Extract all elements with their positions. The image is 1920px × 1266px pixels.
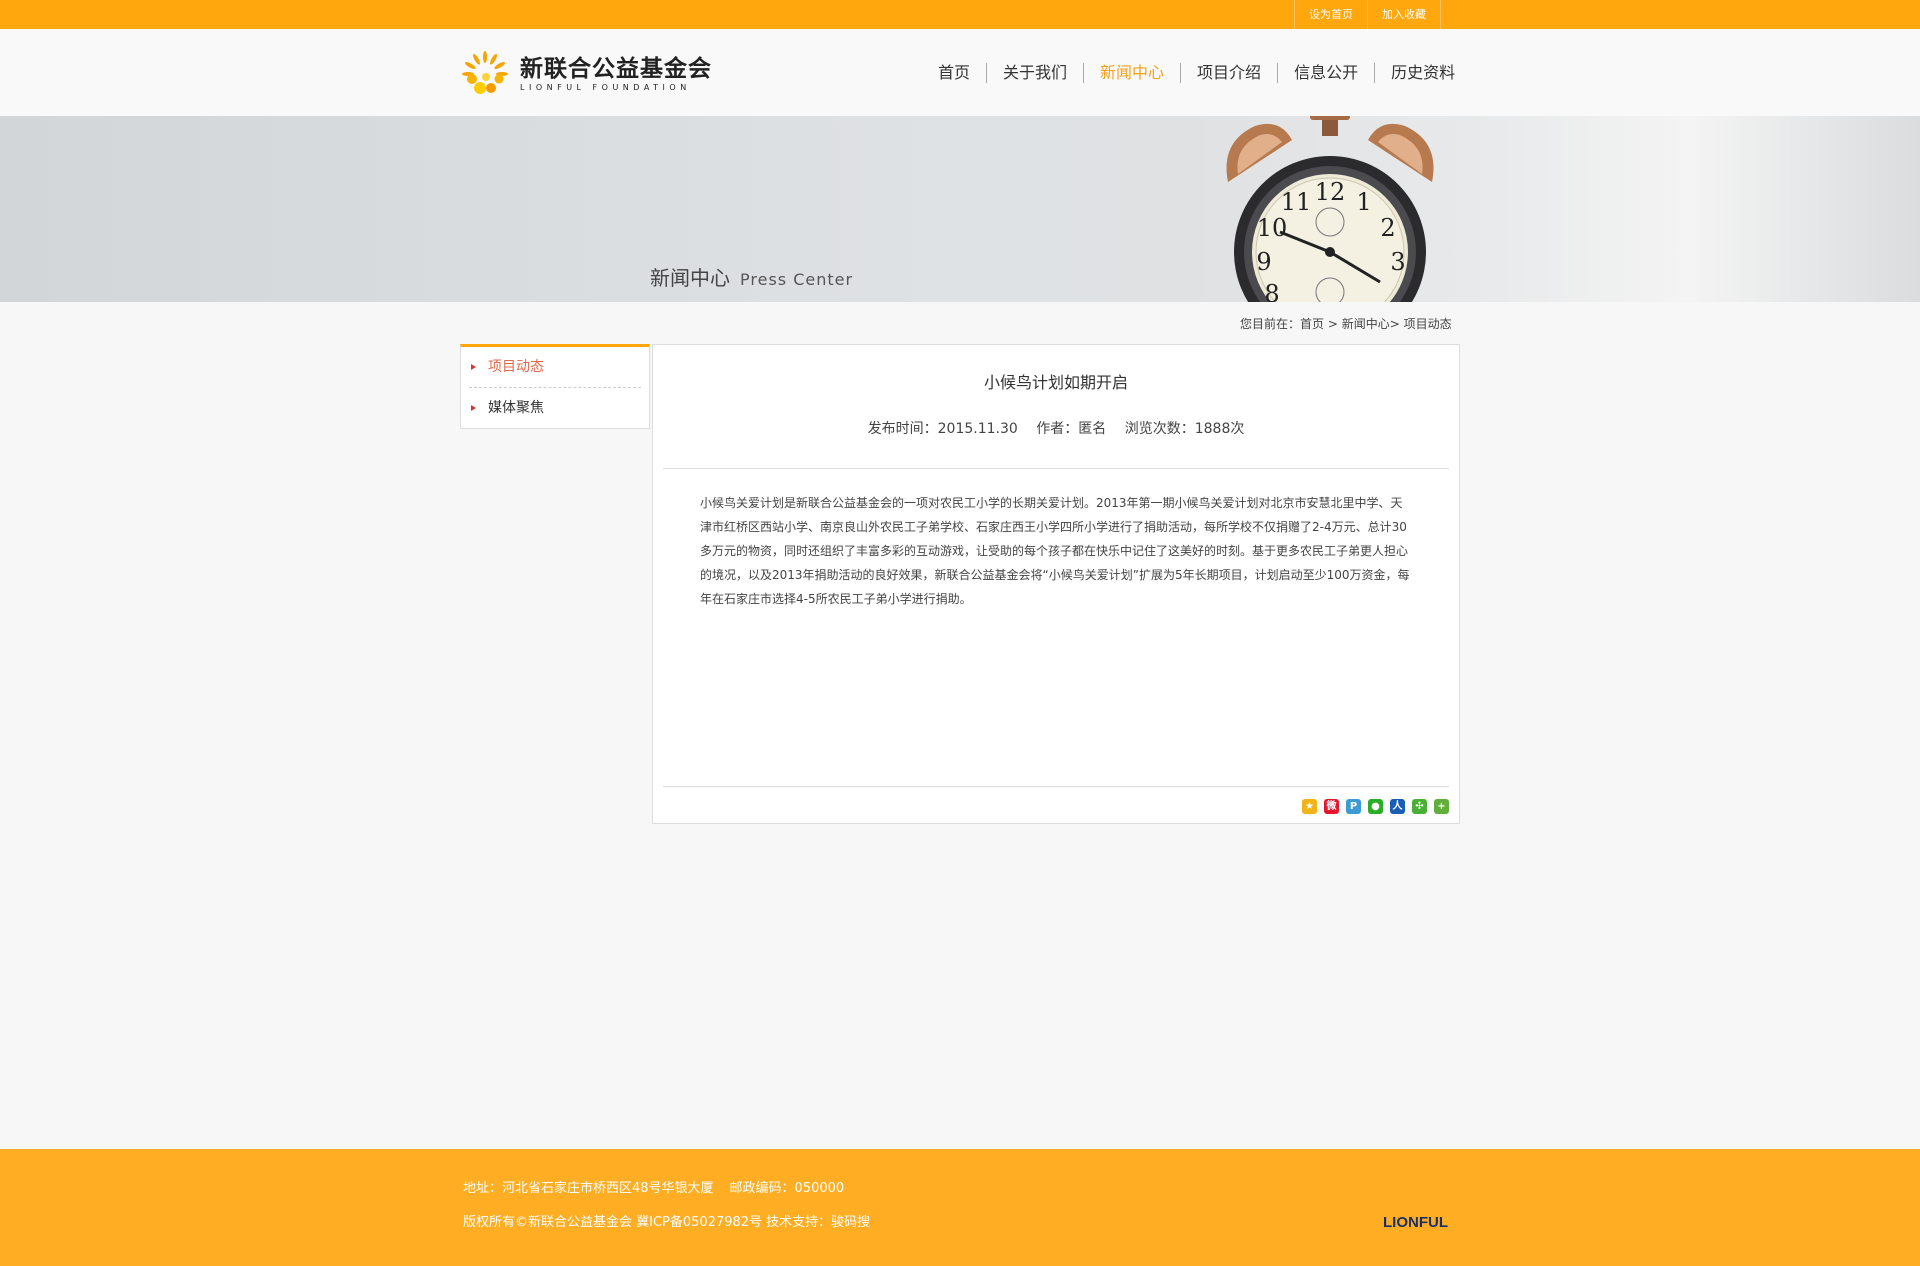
svg-text:8: 8 [1264, 280, 1279, 302]
site-logo[interactable]: 新联合公益基金会 LIONFUL FOUNDATION [460, 49, 712, 99]
logo-text: 新联合公益基金会 LIONFUL FOUNDATION [520, 55, 712, 93]
breadcrumb-separator: > [1389, 317, 1404, 331]
svg-text:2: 2 [1380, 214, 1395, 242]
renren-icon[interactable]: 人 [1390, 799, 1405, 814]
sidebar-item-project-news[interactable]: 项目动态 [469, 347, 641, 387]
site-footer: 地址：河北省石家庄市桥西区48号华银大厦 邮政编码：050000 版权所有©新联合… [0, 1149, 1920, 1266]
site-header: 新联合公益基金会 LIONFUL FOUNDATION 首页 关于我们 新闻中心… [0, 29, 1920, 116]
wechat-icon[interactable]: ● [1368, 799, 1383, 814]
nav-history[interactable]: 历史资料 [1374, 63, 1471, 83]
sun-logo-icon [462, 51, 508, 94]
article-panel: 小候鸟计划如期开启 发布时间：2015.11.30 作者：匿名 浏览次数：188… [652, 344, 1460, 824]
nav-projects[interactable]: 项目介绍 [1180, 63, 1277, 83]
breadcrumb-news[interactable]: 新闻中心 [1342, 317, 1390, 331]
footer-postcode: 邮政编码：050000 [729, 1181, 845, 1196]
footer-address: 地址：河北省石家庄市桥西区48号华银大厦 [463, 1181, 714, 1196]
kaixin-icon[interactable]: ✣ [1412, 799, 1427, 814]
set-homepage-link[interactable]: 设为首页 [1294, 0, 1367, 29]
banner-title-en: Press Center [740, 270, 854, 289]
article-meta: 发布时间：2015.11.30 作者：匿名 浏览次数：1888次 [653, 418, 1459, 438]
add-bookmark-link[interactable]: 加入收藏 [1367, 0, 1441, 29]
weibo-icon[interactable]: 微 [1324, 799, 1339, 814]
publish-date: 发布时间：2015.11.30 [867, 421, 1018, 437]
article-title: 小候鸟计划如期开启 [983, 373, 1128, 392]
banner-title: 新闻中心 Press Center [650, 262, 853, 291]
alarm-clock-image: 12 1 2 3 11 10 9 8 [1226, 116, 1434, 302]
footer-contact: 地址：河北省石家庄市桥西区48号华银大厦 邮政编码：050000 [463, 1177, 844, 1196]
breadcrumb-separator: > [1324, 317, 1342, 331]
author: 作者：匿名 [1036, 421, 1107, 437]
logo-chinese-name: 新联合公益基金会 [520, 55, 712, 82]
divider [663, 786, 1449, 787]
tencent-weibo-icon[interactable]: P [1346, 799, 1361, 814]
nav-home[interactable]: 首页 [922, 63, 986, 83]
nav-disclosure[interactable]: 信息公开 [1277, 63, 1374, 83]
top-links: 设为首页 加入收藏 [1294, 0, 1441, 29]
breadcrumb-current[interactable]: 项目动态 [1404, 317, 1452, 331]
main-nav: 首页 关于我们 新闻中心 项目介绍 信息公开 历史资料 [922, 63, 1471, 83]
breadcrumb-prefix: 您目前在： [1240, 317, 1301, 331]
sidebar-menu: 项目动态 媒体聚焦 [460, 344, 650, 429]
qzone-icon[interactable]: ★ [1302, 799, 1317, 814]
divider [663, 468, 1449, 469]
nav-news[interactable]: 新闻中心 [1083, 63, 1180, 83]
banner-title-cn: 新闻中心 [650, 266, 730, 290]
share-bar: ★ 微 P ● 人 ✣ + [1295, 799, 1449, 814]
svg-text:10: 10 [1257, 214, 1288, 242]
footer-copyright: 版权所有©新联合公益基金会 冀ICP备05027982号 技术支持：骏码搜 [463, 1215, 871, 1230]
svg-text:3: 3 [1390, 248, 1405, 276]
logo-english-name: LIONFUL FOUNDATION [520, 83, 691, 92]
view-count: 浏览次数：1888次 [1124, 421, 1245, 437]
svg-text:9: 9 [1256, 248, 1271, 276]
svg-text:12: 12 [1315, 178, 1346, 206]
sidebar-item-media-focus[interactable]: 媒体聚焦 [469, 387, 641, 427]
svg-text:11: 11 [1281, 188, 1312, 216]
breadcrumb-home[interactable]: 首页 [1300, 317, 1324, 331]
article-body: 小候鸟关爱计划是新联合公益基金会的一项对农民工小学的长期关爱计划。2013年第一… [700, 496, 1410, 606]
breadcrumb: 您目前在：首页 > 新闻中心> 项目动态 [1240, 315, 1452, 332]
svg-text:1: 1 [1356, 188, 1371, 216]
page-banner: 12 1 2 3 11 10 9 8 新闻中心 Press Center [0, 116, 1920, 302]
nav-about[interactable]: 关于我们 [986, 63, 1083, 83]
more-share-icon[interactable]: + [1434, 799, 1449, 814]
footer-brand-logo: LIONFUL [1383, 1214, 1448, 1231]
top-bar: 设为首页 加入收藏 [0, 0, 1920, 29]
